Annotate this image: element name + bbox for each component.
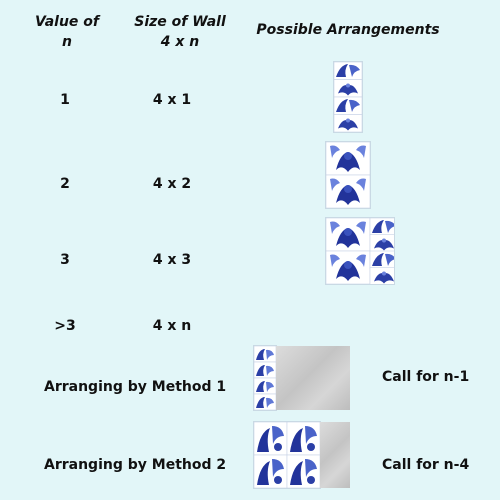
tile-column-2 bbox=[326, 142, 370, 208]
tile-column-3 bbox=[326, 218, 394, 284]
method-2-label: Arranging by Method 2 bbox=[44, 457, 227, 473]
method-2-tiles bbox=[254, 422, 320, 488]
method-1-remaining-wall bbox=[276, 346, 350, 410]
header-possible-arrangements: Possible Arrangements bbox=[256, 22, 440, 38]
row-1-n: 1 bbox=[60, 92, 70, 108]
row-1-size: 4 x 1 bbox=[152, 92, 192, 108]
method-2-figure bbox=[254, 422, 350, 488]
method-1-tiles bbox=[254, 346, 276, 410]
tile-column-1 bbox=[334, 62, 362, 132]
row-2-n: 2 bbox=[60, 176, 70, 192]
method-1-figure bbox=[254, 346, 350, 410]
header-value-of-n: Value of n bbox=[34, 14, 100, 50]
method-1-tile-strip bbox=[254, 346, 276, 410]
method-1-label: Arranging by Method 1 bbox=[44, 379, 227, 395]
arrangement-4x3 bbox=[326, 218, 394, 284]
arrangement-4x1 bbox=[334, 62, 362, 132]
method-2-remaining-wall bbox=[320, 422, 350, 488]
row-3-n: 3 bbox=[60, 252, 70, 268]
method-2-tile-block bbox=[254, 422, 320, 488]
row-4-n: >3 bbox=[54, 318, 76, 334]
row-2-size: 4 x 2 bbox=[152, 176, 192, 192]
method-1-call: Call for n-1 bbox=[382, 369, 470, 385]
row-4-size: 4 x n bbox=[152, 318, 192, 334]
header-size-of-wall: Size of Wall 4 x n bbox=[134, 14, 226, 50]
arrangement-4x2 bbox=[326, 142, 370, 208]
row-3-size: 4 x 3 bbox=[152, 252, 192, 268]
method-2-call: Call for n-4 bbox=[382, 457, 470, 473]
